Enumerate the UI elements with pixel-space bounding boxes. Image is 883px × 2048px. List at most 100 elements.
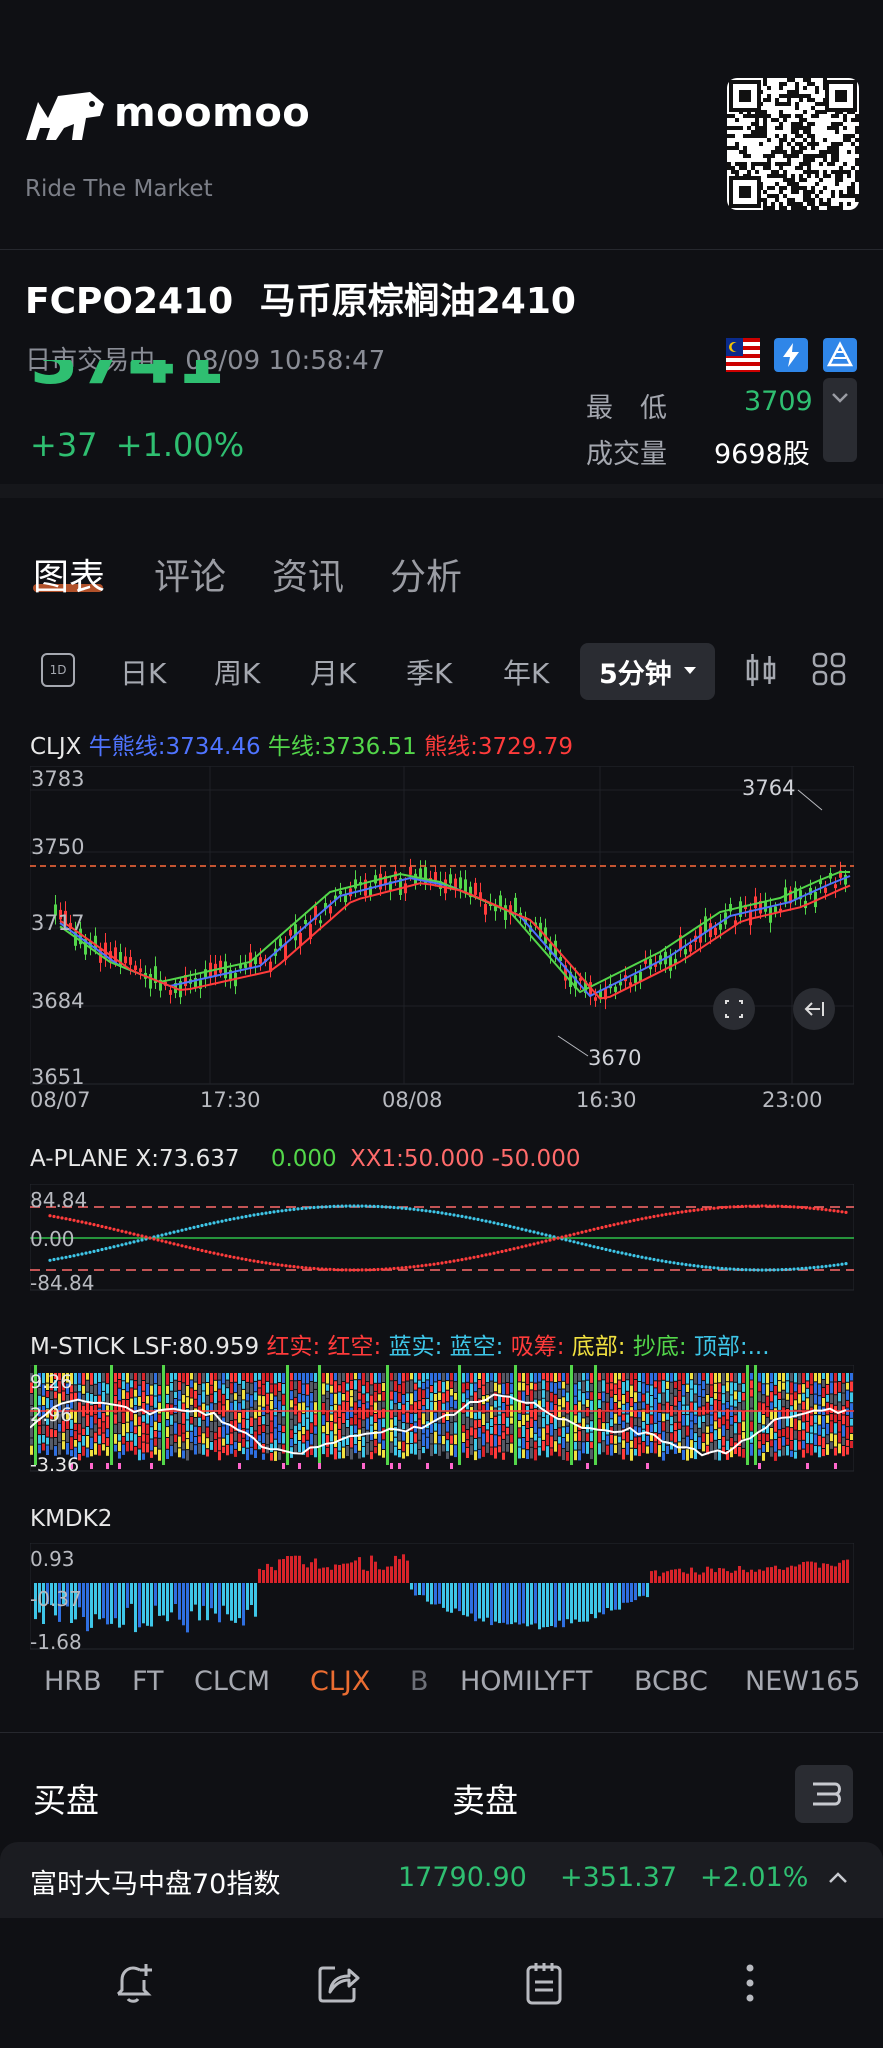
- flash-icon[interactable]: [774, 338, 808, 372]
- mstick-bar: [498, 1415, 501, 1424]
- kmdk-bar: [258, 1568, 261, 1583]
- mstick-bar: [138, 1416, 141, 1426]
- mstick-bar: [726, 1440, 729, 1450]
- mstick-bar: [234, 1382, 237, 1393]
- indicator-tab-ft[interactable]: FT: [132, 1666, 164, 1697]
- indicator-tab-clcm[interactable]: CLCM: [194, 1666, 270, 1697]
- mstick-bar: [342, 1373, 345, 1381]
- mstick-bar: [430, 1444, 433, 1457]
- mstick-bar: [186, 1373, 189, 1385]
- aplane-dot: [788, 1267, 792, 1271]
- kmdk-bar: [690, 1567, 693, 1583]
- mstick-bar: [442, 1445, 445, 1452]
- indicator-tab-hrb[interactable]: HRB: [44, 1666, 102, 1697]
- mstick-bar: [150, 1427, 153, 1439]
- indicator-tab-b[interactable]: B: [410, 1666, 442, 1697]
- mstick-bar: [602, 1392, 605, 1402]
- mstick-legend-item: 蓝实:: [388, 1334, 443, 1360]
- more-icon[interactable]: [725, 1958, 775, 2008]
- mstick-marker: [282, 1463, 285, 1469]
- aplane-chart[interactable]: 84.84 0.00 -84.84: [30, 1184, 854, 1294]
- mstick-bar: [654, 1381, 657, 1388]
- indicator-tab-bcbc[interactable]: BCBC: [634, 1666, 708, 1697]
- alert-bell-icon[interactable]: [108, 1958, 158, 2008]
- indicator-tab-new165[interactable]: NEW165: [745, 1666, 861, 1697]
- orderbook-settings-button[interactable]: [795, 1765, 853, 1823]
- mstick-bar: [250, 1395, 253, 1407]
- aplane-dot: [324, 1205, 328, 1209]
- aplane-dot: [844, 1210, 848, 1214]
- kmdk-bar: [382, 1569, 385, 1583]
- period-year[interactable]: 年K: [503, 652, 549, 692]
- kmdk-bar: [134, 1583, 137, 1633]
- aplane-dot: [360, 1204, 364, 1208]
- mstick-bar: [762, 1403, 765, 1414]
- mstick-legend-item: 底部:: [571, 1334, 626, 1360]
- indicator-tab-homilyft[interactable]: HOMILYFT: [460, 1666, 592, 1697]
- main-price-chart[interactable]: 3783 3750 3717 3684 3651 3764 3670: [30, 766, 854, 1096]
- tab-news[interactable]: 资讯: [272, 548, 344, 600]
- mstick-bar: [390, 1442, 393, 1453]
- aplane-dot: [528, 1243, 532, 1247]
- mstick-bar: [774, 1440, 777, 1452]
- mstick-bar: [30, 1426, 33, 1438]
- mstick-bar: [762, 1445, 765, 1452]
- aplane-dot: [92, 1223, 96, 1227]
- period-dropdown[interactable]: 5分钟: [580, 643, 715, 700]
- aplane-dot: [372, 1268, 376, 1272]
- mstick-bar: [222, 1426, 225, 1438]
- period-month[interactable]: 月K: [310, 652, 356, 692]
- kmdk-bar: [94, 1583, 97, 1615]
- kmdk-bar: [202, 1583, 205, 1606]
- intraday-1d-icon[interactable]: 1D: [41, 653, 75, 687]
- mstick-bar: [462, 1413, 465, 1425]
- indicator-tab-cljx[interactable]: CLJX: [310, 1666, 370, 1697]
- mstick-bar: [86, 1373, 89, 1380]
- mstick-bar: [538, 1408, 541, 1416]
- candlestick-icon[interactable]: [744, 652, 778, 688]
- expand-stats-button[interactable]: [823, 378, 857, 462]
- mstick-bar: [550, 1448, 553, 1456]
- aplane-dot: [716, 1206, 720, 1210]
- aplane-dot: [72, 1218, 76, 1222]
- kmdk-bar: [722, 1568, 725, 1583]
- kmdk-bar: [394, 1555, 397, 1583]
- period-quarter[interactable]: 季K: [406, 652, 452, 692]
- notes-icon[interactable]: [519, 1958, 569, 2008]
- aplane-dot: [252, 1213, 256, 1217]
- kmdk-bar: [638, 1583, 641, 1597]
- mstick-bar: [142, 1391, 145, 1402]
- tab-analysis[interactable]: 分析: [390, 548, 462, 600]
- mstick-bar: [138, 1396, 141, 1406]
- mstick-bar: [134, 1446, 137, 1455]
- mstick-bar: [146, 1424, 149, 1434]
- aplane-dot: [816, 1207, 820, 1211]
- mstick-bar: [178, 1412, 181, 1424]
- tab-comments[interactable]: 评论: [154, 548, 226, 600]
- mstick-bar: [230, 1383, 233, 1394]
- mstick-bar: [758, 1392, 761, 1402]
- mstick-chart[interactable]: 9.26 2.96 -3.36: [30, 1365, 854, 1475]
- scroll-to-latest-button[interactable]: [793, 988, 835, 1030]
- chevron-up-icon[interactable]: [826, 1866, 850, 1890]
- aplane-dot: [52, 1214, 56, 1219]
- mstick-bar: [658, 1445, 661, 1457]
- kmdk-bar: [614, 1583, 617, 1610]
- mstick-bar: [374, 1414, 377, 1422]
- pyramid-icon[interactable]: [823, 338, 857, 372]
- period-week[interactable]: 周K: [214, 652, 260, 692]
- mstick-bar: [822, 1398, 825, 1407]
- mstick-bar: [706, 1426, 709, 1433]
- kmdk-chart[interactable]: 0.93 -0.37 -1.68: [30, 1543, 854, 1653]
- mstick-bar: [206, 1395, 209, 1405]
- aplane-dot: [460, 1214, 464, 1218]
- mstick-bar: [506, 1383, 509, 1395]
- share-icon[interactable]: [313, 1958, 363, 2008]
- mstick-bar: [370, 1395, 373, 1406]
- period-day[interactable]: 日K: [120, 652, 166, 692]
- fullscreen-button[interactable]: [713, 988, 755, 1030]
- tab-chart[interactable]: 图表: [33, 548, 105, 600]
- mstick-bar: [694, 1384, 697, 1394]
- aplane-dot: [308, 1206, 312, 1210]
- grid-icon[interactable]: [812, 652, 846, 686]
